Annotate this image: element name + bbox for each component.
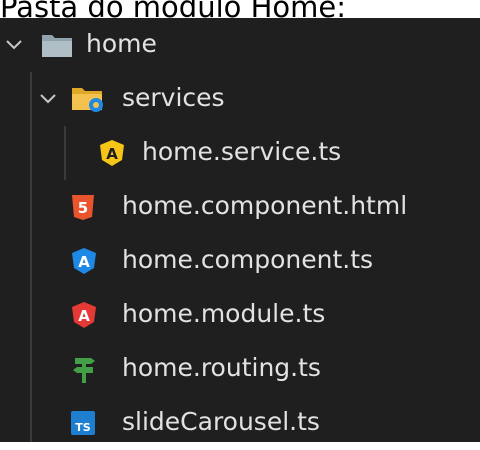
tree-item-file[interactable]: A home.component.ts xyxy=(0,234,480,288)
typescript-icon: TS xyxy=(71,411,95,435)
angular-service-icon: A xyxy=(100,140,124,166)
svg-text:A: A xyxy=(106,145,118,163)
tree-item-label: slideCarousel.ts xyxy=(122,407,320,436)
chevron-down-icon[interactable] xyxy=(38,89,58,109)
tree-item-label: services xyxy=(122,83,225,112)
tree-item-file[interactable]: home.routing.ts xyxy=(0,342,480,396)
tree-item-services-folder[interactable]: services xyxy=(0,72,480,126)
svg-text:TS: TS xyxy=(75,421,91,434)
tree-item-file[interactable]: 5 home.component.html xyxy=(0,180,480,234)
angular-module-icon: A xyxy=(72,302,96,328)
svg-text:5: 5 xyxy=(78,199,88,217)
tree-item-label: home.routing.ts xyxy=(122,353,321,382)
gear-folder-icon xyxy=(72,88,103,112)
tree-item-label: home.service.ts xyxy=(142,137,342,166)
svg-text:A: A xyxy=(78,253,90,271)
tree-item-label: home xyxy=(86,29,157,58)
html5-icon: 5 xyxy=(72,195,94,220)
file-explorer-panel: home services A home.service.ts 5 home.c… xyxy=(0,18,480,442)
tree-item-home-folder[interactable]: home xyxy=(0,18,480,72)
tree-item-label: home.component.html xyxy=(122,191,408,220)
chevron-down-icon[interactable] xyxy=(4,35,24,55)
tree-item-label: home.component.ts xyxy=(122,245,374,274)
routing-signpost-icon xyxy=(73,358,95,383)
angular-component-icon: A xyxy=(72,248,96,274)
folder-icon xyxy=(42,35,72,57)
tree-item-label: home.module.ts xyxy=(122,299,326,328)
tree-item-file[interactable]: A home.service.ts xyxy=(0,126,480,180)
tree-item-file[interactable]: A home.module.ts xyxy=(0,288,480,342)
svg-text:A: A xyxy=(78,307,90,325)
caption-text: Pasta do módulo Home: xyxy=(0,0,347,20)
